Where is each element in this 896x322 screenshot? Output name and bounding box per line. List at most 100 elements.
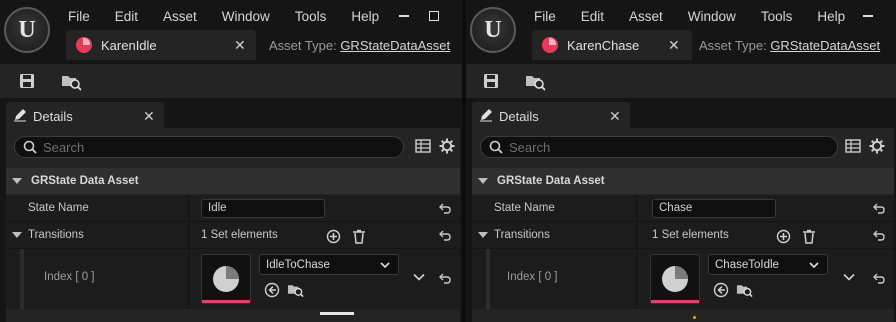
category-row[interactable]: GRState Data Asset	[472, 168, 894, 194]
close-icon[interactable]: ✕	[234, 38, 246, 52]
asset-icon	[542, 37, 558, 53]
tab-karenchase[interactable]: KarenChase ✕	[532, 30, 692, 60]
transition-value: ChaseToIdle	[715, 258, 779, 271]
caret-down-icon[interactable]	[478, 178, 488, 184]
delete-icon[interactable]	[801, 228, 817, 244]
close-icon[interactable]: ✕	[668, 38, 680, 52]
transition-combo[interactable]: IdleToChase	[259, 254, 399, 275]
reset-icon[interactable]	[438, 228, 452, 242]
tab-label: KarenChase	[567, 37, 640, 53]
state-name-row: State Name Chase	[472, 195, 894, 222]
close-icon[interactable]: ✕	[609, 109, 621, 123]
gear-icon[interactable]	[438, 137, 456, 155]
save-icon[interactable]	[480, 70, 502, 92]
menu-asset[interactable]: Asset	[629, 9, 663, 24]
asset-type-link[interactable]: GRStateDataAsset	[340, 38, 450, 53]
title-bar: U File Edit Asset Window Tools Help Kare…	[466, 0, 896, 64]
column-splitter[interactable]	[188, 222, 189, 248]
delete-icon[interactable]	[351, 228, 367, 244]
search-input[interactable]: Search	[480, 136, 838, 158]
grid-icon[interactable]	[414, 137, 432, 155]
details-tab-label: Details	[33, 108, 73, 124]
menu-tools[interactable]: Tools	[761, 9, 793, 24]
use-selected-icon[interactable]	[263, 281, 280, 298]
caret-down-icon[interactable]	[478, 232, 488, 238]
asset-type: Asset Type: GRStateDataAsset	[269, 38, 450, 53]
caret-down-icon[interactable]	[12, 178, 22, 184]
tab-kareninle[interactable]: KarenIdle ✕	[66, 30, 256, 60]
asset-type-label: Asset Type:	[699, 38, 767, 53]
details-tab-label: Details	[499, 108, 539, 124]
grid-icon[interactable]	[844, 137, 862, 155]
details-panel: Search GRState Data Asset State Name Cha…	[472, 128, 894, 322]
window-controls	[382, 8, 442, 24]
asset-thumbnail[interactable]	[650, 254, 700, 304]
menu-window[interactable]: Window	[222, 9, 270, 24]
asset-type-bar	[651, 300, 699, 303]
add-icon[interactable]	[775, 228, 791, 244]
menu-window[interactable]: Window	[688, 9, 736, 24]
add-icon[interactable]	[325, 228, 341, 244]
tab-details[interactable]: Details ✕	[472, 102, 630, 130]
reset-icon[interactable]	[438, 271, 452, 285]
state-name-input[interactable]: Chase	[652, 199, 776, 218]
menu-help[interactable]: Help	[817, 9, 845, 24]
asset-type-link[interactable]: GRStateDataAsset	[770, 38, 880, 53]
search-placeholder: Search	[509, 139, 551, 155]
transition-combo[interactable]: ChaseToIdle	[708, 254, 828, 275]
column-splitter[interactable]	[636, 222, 637, 248]
menu-asset[interactable]: Asset	[163, 9, 197, 24]
reset-icon[interactable]	[872, 201, 886, 215]
use-selected-icon[interactable]	[712, 281, 729, 298]
asset-icon	[76, 37, 92, 53]
category-row[interactable]: GRState Data Asset	[6, 168, 460, 194]
reset-icon[interactable]	[872, 271, 886, 285]
menu-bar: File Edit Asset Window Tools Help	[68, 7, 404, 25]
minimize-icon[interactable]	[860, 8, 876, 24]
unreal-logo-icon[interactable]: U	[470, 7, 516, 53]
browse-icon[interactable]	[60, 70, 82, 92]
transitions-row: Transitions 1 Set elements	[6, 222, 460, 249]
details-panel: Search GRState Data Asset State Name Idl…	[6, 128, 460, 322]
menu-file[interactable]: File	[534, 9, 556, 24]
tab-details[interactable]: Details ✕	[6, 102, 164, 130]
close-icon[interactable]: ✕	[143, 109, 155, 123]
state-name-input[interactable]: Idle	[201, 199, 325, 218]
menu-file[interactable]: File	[68, 9, 90, 24]
save-icon[interactable]	[16, 70, 38, 92]
category-label: GRState Data Asset	[31, 175, 139, 187]
chevron-down-icon[interactable]	[412, 270, 426, 284]
column-splitter[interactable]	[188, 195, 189, 221]
browse-icon[interactable]	[287, 281, 304, 298]
state-name-row: State Name Idle	[6, 195, 460, 222]
menu-edit[interactable]: Edit	[581, 9, 604, 24]
unreal-logo-icon[interactable]: U	[4, 7, 50, 53]
transitions-label: Transitions	[28, 229, 84, 241]
reset-icon[interactable]	[438, 201, 452, 215]
caret-down-icon[interactable]	[12, 232, 22, 238]
browse-icon[interactable]	[524, 70, 546, 92]
reset-icon[interactable]	[872, 228, 886, 242]
menu-help[interactable]: Help	[351, 9, 379, 24]
maximize-icon[interactable]	[426, 8, 442, 24]
index-label: Index [ 0 ]	[44, 271, 95, 283]
column-splitter[interactable]	[636, 195, 637, 221]
search-input[interactable]: Search	[14, 136, 404, 158]
asset-thumbnail[interactable]	[201, 254, 251, 304]
menu-tools[interactable]: Tools	[295, 9, 327, 24]
category-label: GRState Data Asset	[497, 175, 605, 187]
asset-type-label: Asset Type:	[269, 38, 337, 53]
browse-icon[interactable]	[736, 281, 753, 298]
gear-icon[interactable]	[868, 137, 886, 155]
menu-edit[interactable]: Edit	[115, 9, 138, 24]
minimize-icon[interactable]	[396, 8, 412, 24]
indent-stripe	[20, 249, 24, 309]
state-name-label: State Name	[494, 202, 555, 214]
column-splitter[interactable]	[188, 249, 189, 309]
menu-bar: File Edit Asset Window Tools Help	[534, 7, 870, 25]
asset-type-bar	[202, 300, 250, 303]
column-splitter[interactable]	[636, 249, 637, 309]
chevron-down-icon[interactable]	[842, 270, 856, 284]
toolbar	[0, 64, 462, 98]
pencil-icon	[13, 108, 27, 125]
